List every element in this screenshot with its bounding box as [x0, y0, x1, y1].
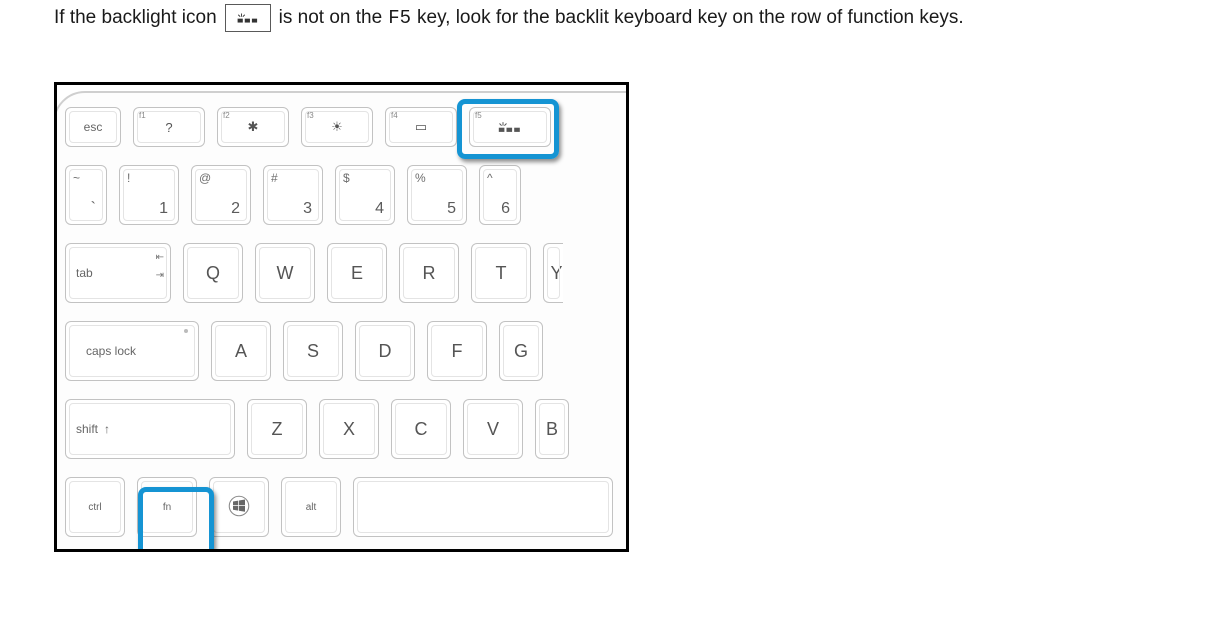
row-qwerty: tab ⇤ ⇥ Q W E R T Y: [65, 243, 629, 303]
key-d: D: [355, 321, 415, 381]
backlight-icon: [235, 11, 261, 25]
keyboard-illustration-frame: esc f1 ? f2 ✱ f3 ☀ f4: [54, 82, 629, 552]
key-2: @ 2: [191, 165, 251, 225]
key-x: X: [319, 399, 379, 459]
brightness-up-icon: ☀: [331, 119, 343, 135]
row-function: esc f1 ? f2 ✱ f3 ☀ f4: [65, 107, 629, 147]
key-caps-lock: caps lock: [65, 321, 199, 381]
caps-indicator-icon: [184, 329, 188, 333]
display-switch-icon: ▭: [415, 119, 427, 135]
key-c: C: [391, 399, 451, 459]
key-fn: fn: [137, 477, 197, 537]
key-windows: [209, 477, 269, 537]
key-alt: alt: [281, 477, 341, 537]
key-r: R: [399, 243, 459, 303]
key-f5: f5: [469, 107, 551, 147]
key-b: B: [535, 399, 569, 459]
row-modifiers: ctrl fn: [65, 477, 629, 537]
key-space: [353, 477, 613, 537]
key-f3: f3 ☀: [301, 107, 373, 147]
key-e: E: [327, 243, 387, 303]
key-t: T: [471, 243, 531, 303]
row-home: caps lock A S D F G: [65, 321, 629, 381]
key-f: F: [427, 321, 487, 381]
backlight-icon: [495, 120, 525, 134]
key-6: ^ 6: [479, 165, 521, 225]
key-a: A: [211, 321, 271, 381]
instruction-part-1: If the backlight icon: [54, 5, 217, 32]
key-v: V: [463, 399, 523, 459]
row-number: ~ ` ! 1 @ 2 # 3: [65, 165, 629, 225]
key-s: S: [283, 321, 343, 381]
key-y: Y: [543, 243, 563, 303]
row-bottom: shift ↑ Z X C V B: [65, 399, 629, 459]
key-5: % 5: [407, 165, 467, 225]
key-g: G: [499, 321, 543, 381]
key-4: $ 4: [335, 165, 395, 225]
instruction-part-3: key, look for the backlit keyboard key o…: [417, 5, 964, 32]
key-3: # 3: [263, 165, 323, 225]
windows-logo-icon: [227, 494, 251, 521]
tab-arrows-icon: ⇤ ⇥: [156, 252, 164, 282]
instruction-text: If the backlight icon is not on the F5 k…: [54, 4, 1177, 32]
brightness-down-icon: ✱: [248, 119, 259, 135]
help-icon: ?: [165, 120, 172, 135]
key-esc: esc: [65, 107, 121, 147]
key-z: Z: [247, 399, 307, 459]
key-q: Q: [183, 243, 243, 303]
key-shift: shift ↑: [65, 399, 235, 459]
instruction-part-2: is not on the: [279, 5, 383, 32]
shift-arrow-icon: ↑: [104, 422, 110, 436]
key-f4: f4 ▭: [385, 107, 457, 147]
key-w: W: [255, 243, 315, 303]
keyboard-chassis: esc f1 ? f2 ✱ f3 ☀ f4: [54, 91, 629, 552]
instruction-key-name: F5: [388, 5, 411, 32]
key-f1: f1 ?: [133, 107, 205, 147]
key-1: ! 1: [119, 165, 179, 225]
key-tab: tab ⇤ ⇥: [65, 243, 171, 303]
key-f2: f2 ✱: [217, 107, 289, 147]
key-ctrl: ctrl: [65, 477, 125, 537]
backlight-icon-swatch: [225, 4, 271, 32]
key-tilde: ~ `: [65, 165, 107, 225]
